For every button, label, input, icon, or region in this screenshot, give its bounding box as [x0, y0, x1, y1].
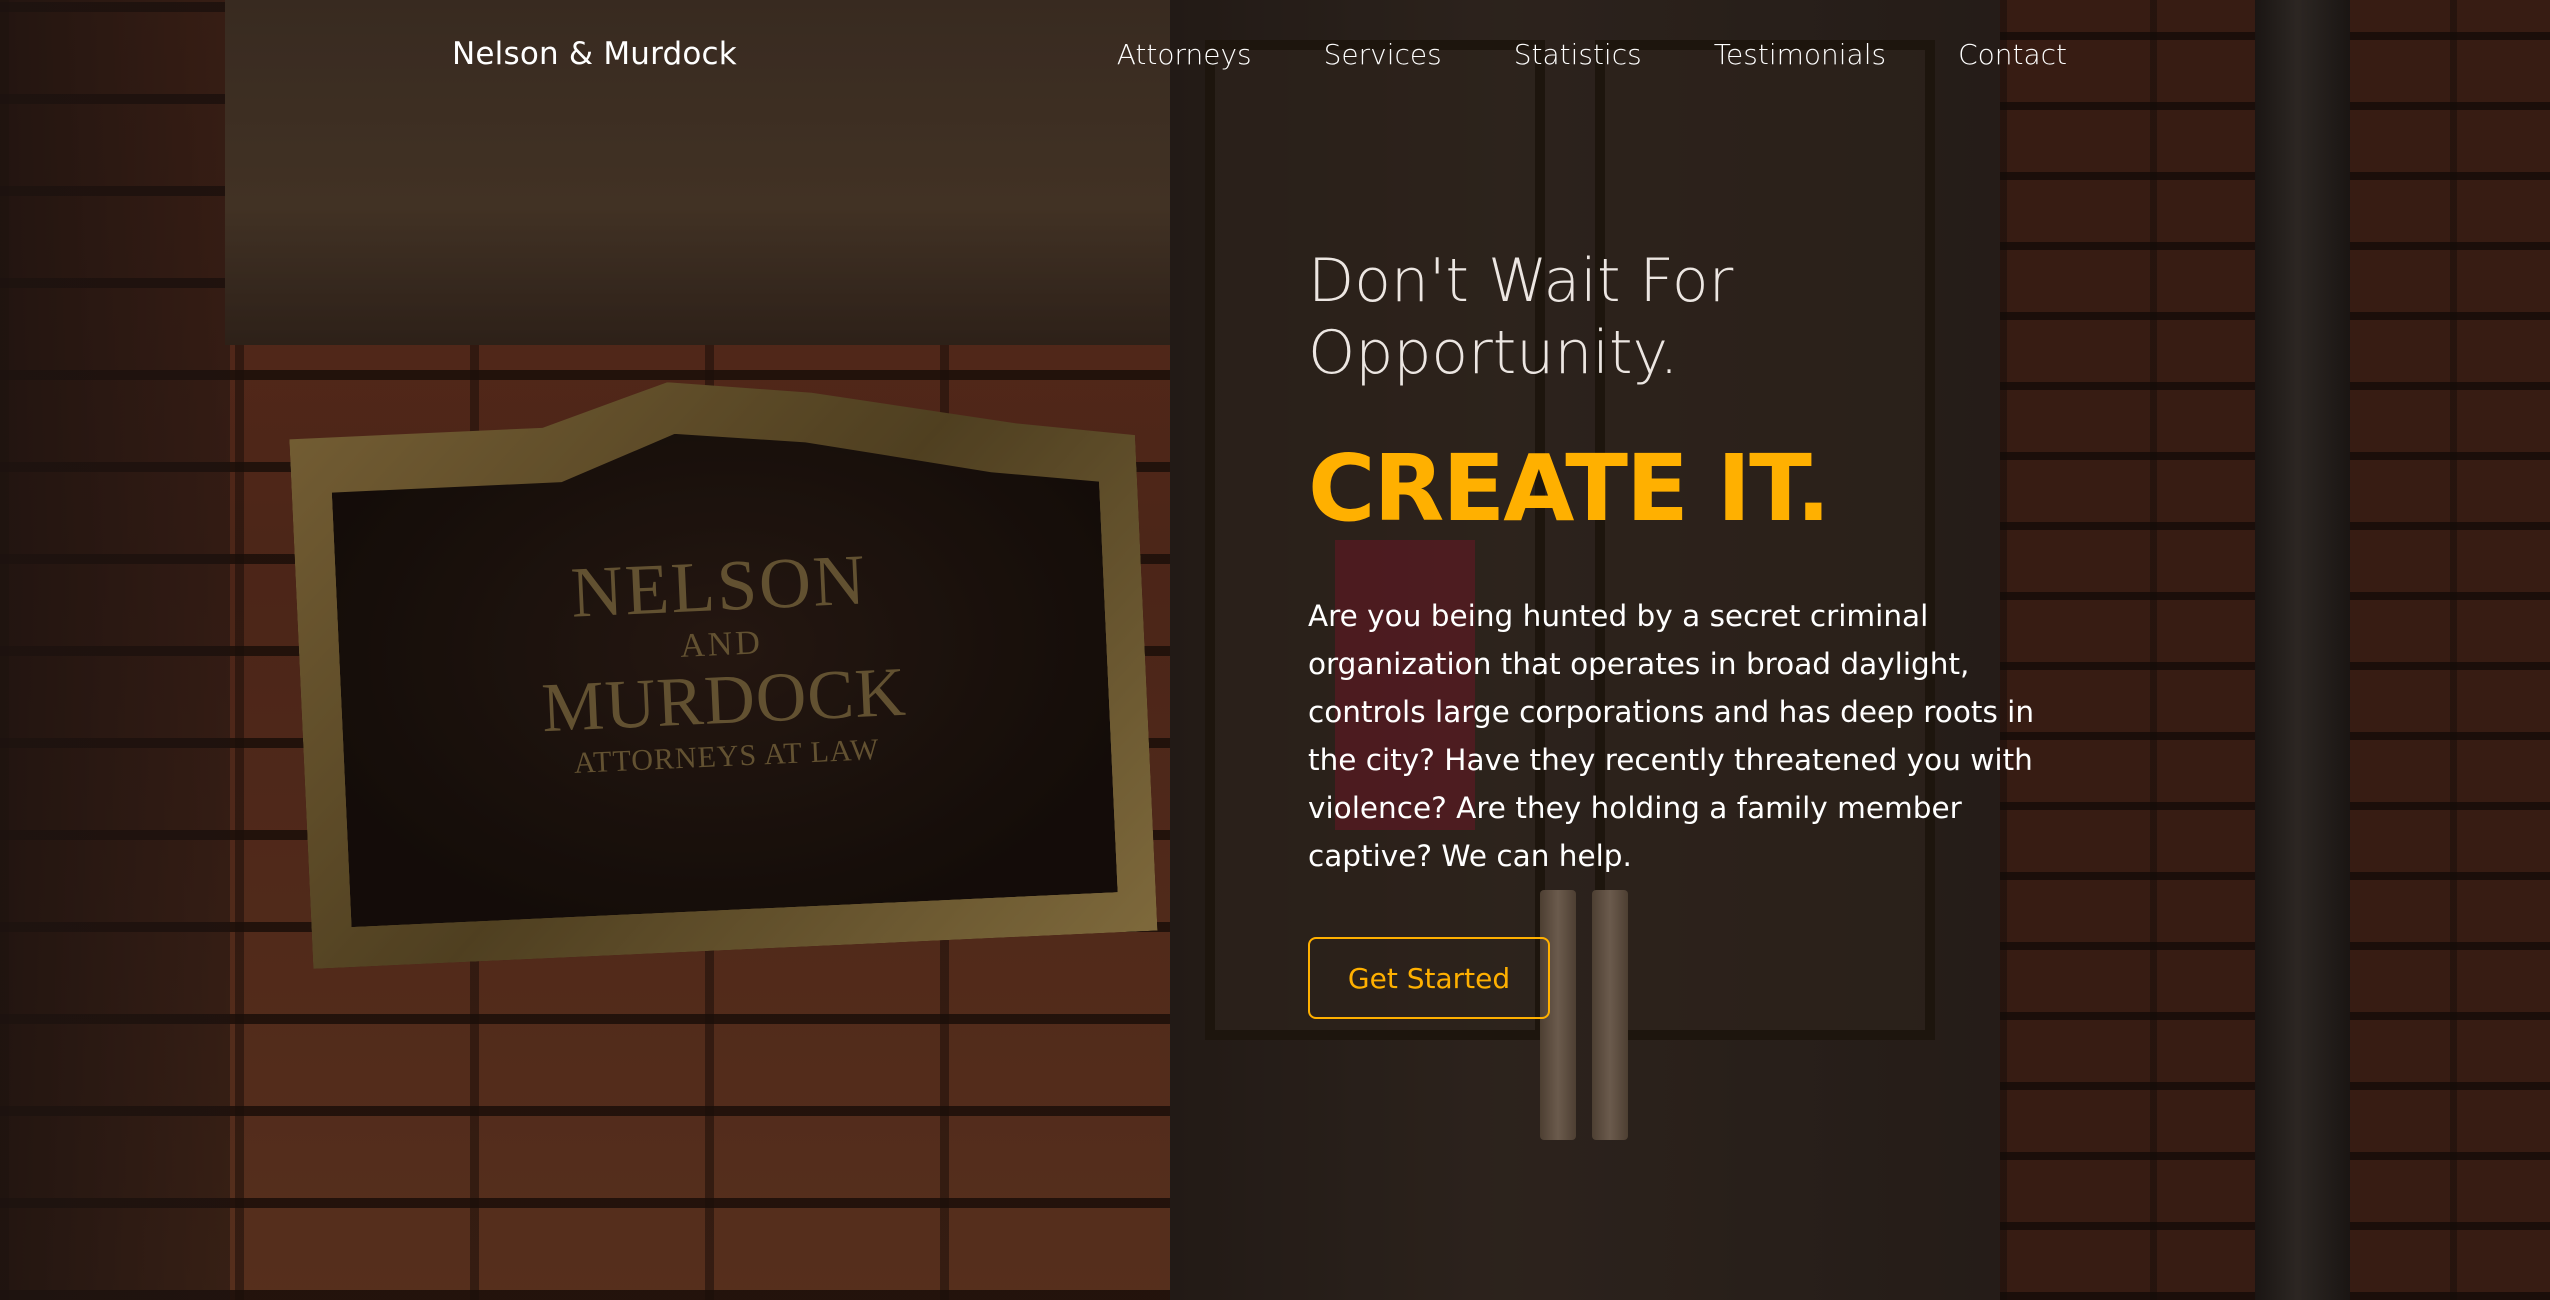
- hero-heading-line-2: Opportunity.: [1308, 318, 1679, 388]
- nav-item-contact: Contact: [1958, 38, 2067, 71]
- nav-link-statistics[interactable]: Statistics: [1514, 38, 1642, 71]
- nav-link-services[interactable]: Services: [1324, 38, 1442, 71]
- brand-logo-link[interactable]: Nelson & Murdock: [452, 36, 737, 72]
- dark-overlay: [0, 0, 2550, 1300]
- nav-item-testimonials: Testimonials: [1714, 38, 1886, 71]
- hero-section: Don't Wait For Opportunity. CREATE IT. A…: [1308, 245, 2078, 880]
- nav-link-contact[interactable]: Contact: [1958, 38, 2067, 71]
- nav-item-attorneys: Attorneys: [1117, 38, 1252, 71]
- hero-description: Are you being hunted by a secret crimina…: [1308, 599, 2035, 873]
- nav-link-testimonials[interactable]: Testimonials: [1714, 38, 1886, 71]
- hero-accent-heading: CREATE IT.: [1308, 435, 1831, 542]
- nav-item-statistics: Statistics: [1514, 38, 1642, 71]
- hero-background-image: NELSON AND MURDOCK ATTORNEYS AT LAW: [0, 0, 2550, 1300]
- get-started-button[interactable]: Get Started: [1308, 937, 1550, 1019]
- hero-heading-line-1: Don't Wait For: [1308, 246, 1734, 316]
- nav-link-attorneys[interactable]: Attorneys: [1117, 38, 1252, 71]
- hero-heading: Don't Wait For Opportunity.: [1308, 245, 2078, 389]
- main-nav: Attorneys Services Statistics Testimonia…: [1117, 38, 2067, 71]
- page: NELSON AND MURDOCK ATTORNEYS AT LAW Nels…: [0, 0, 2550, 1300]
- nav-item-services: Services: [1324, 38, 1442, 71]
